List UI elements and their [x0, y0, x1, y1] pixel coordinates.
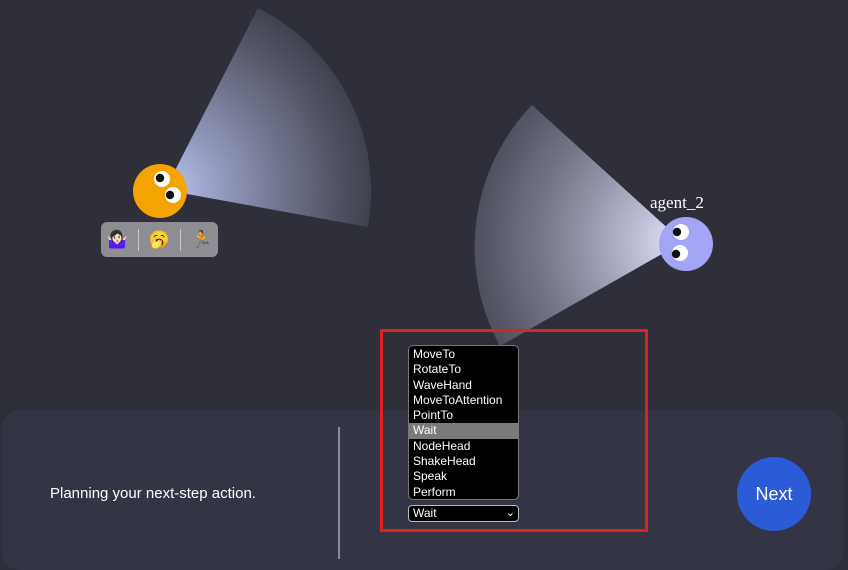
chevron-down-icon: ⌄ [505, 507, 515, 519]
emoji-divider [180, 228, 182, 251]
yawning-face-icon: 🥱 [148, 229, 171, 249]
next-button[interactable]: Next [737, 457, 811, 531]
vision-cone-agent-1 [165, 8, 372, 227]
action-option-nodehead[interactable]: NodeHead [409, 439, 518, 454]
emoji-divider [137, 228, 139, 251]
agent-2-name-label: agent_2 [650, 193, 704, 212]
action-option-rotateto[interactable]: RotateTo [409, 362, 518, 377]
panel-divider [338, 427, 340, 559]
action-option-wait[interactable]: Wait [409, 423, 518, 439]
simulation-stage: agent_2 🤷🏻‍♀️ 🥱 🏃 Planning your next-ste… [0, 0, 848, 570]
agent-1-emoji-bar: 🤷🏻‍♀️ 🥱 🏃 [101, 222, 218, 257]
status-message: Planning your next-step action. [50, 485, 256, 502]
action-option-perform[interactable]: Perform [409, 485, 518, 500]
action-option-wavehand[interactable]: WaveHand [409, 378, 518, 393]
agent-2[interactable] [659, 217, 713, 271]
action-option-shakehead[interactable]: ShakeHead [409, 454, 518, 469]
person-shrugging-icon: 🤷🏻‍♀️ [106, 229, 128, 249]
next-button-label: Next [755, 483, 793, 504]
action-option-speak[interactable]: Speak [409, 469, 518, 484]
action-option-moveto[interactable]: MoveTo [409, 347, 518, 362]
vision-cone-agent-2 [474, 105, 683, 346]
action-option-movetoattention[interactable]: MoveToAttention [409, 393, 518, 408]
action-select[interactable]: Wait ⌄ [408, 505, 519, 522]
action-select-value: Wait [413, 506, 437, 520]
agent-1[interactable] [133, 164, 187, 218]
person-running-icon: 🏃 [191, 229, 213, 249]
action-option-pointto[interactable]: PointTo [409, 408, 518, 423]
action-dropdown-list[interactable]: MoveTo RotateTo WaveHand MoveToAttention Poi… [408, 345, 519, 500]
